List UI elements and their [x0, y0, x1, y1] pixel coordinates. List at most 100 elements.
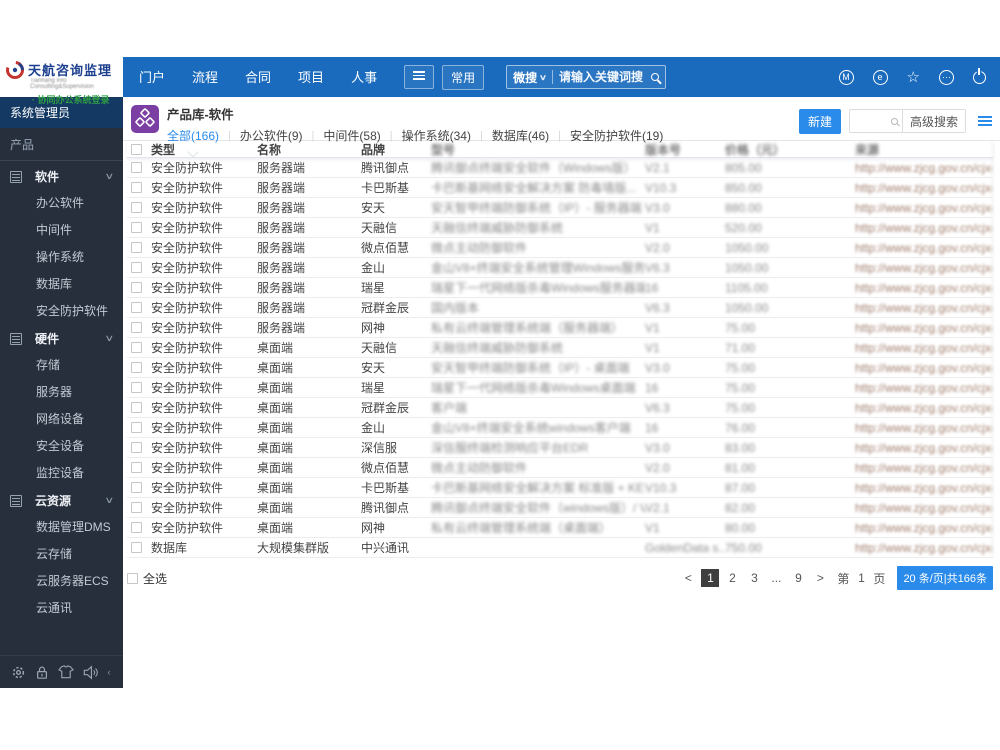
table-row[interactable]: 安全防护软件 服务器端 安天 安天智甲终端防御系统（IP）- 服务器端 V3.0 880.… [127, 198, 993, 218]
row-checkbox[interactable] [131, 282, 142, 293]
row-checkbox[interactable] [131, 222, 142, 233]
table-row[interactable]: 安全防护软件 服务器端 天融信 天融信终端威胁防御系统 V1 520.00 http://w… [127, 218, 993, 238]
column-header: 价格（元） [725, 142, 786, 157]
row-checkbox[interactable] [131, 442, 142, 453]
table-row[interactable]: 安全防护软件 服务器端 瑞星 瑞星下一代网络版杀毒Windows服务器端 16 1105.… [127, 278, 993, 298]
sidebar-collapse-icon[interactable]: ‹ [108, 667, 111, 677]
sidebar-item-安全防护软件[interactable]: 安全防护软件 [0, 298, 123, 325]
page-indicator: 第1页 [837, 570, 885, 587]
global-search-input[interactable] [558, 70, 651, 84]
lock-icon[interactable] [35, 665, 49, 680]
sidebar-item-云存储[interactable]: 云存储 [0, 541, 123, 568]
row-checkbox[interactable] [131, 462, 142, 473]
sidebar-item-服务器[interactable]: 服务器 [0, 379, 123, 406]
row-checkbox[interactable] [131, 342, 142, 353]
table-row[interactable]: 安全防护软件 桌面端 网神 私有云终端管理系统端（桌面端） V1 80.00 http://… [127, 518, 993, 538]
power-logout-icon[interactable] [973, 67, 986, 84]
nav-item-合同[interactable]: 合同 [245, 70, 271, 85]
row-checkbox[interactable] [131, 302, 142, 313]
sound-speaker-icon[interactable] [83, 664, 99, 680]
m-circle-icon[interactable]: M [838, 69, 854, 85]
sidebar-item-数据库[interactable]: 数据库 [0, 271, 123, 298]
advanced-search-button[interactable]: 高级搜索 [901, 110, 965, 132]
list-view-icon[interactable] [978, 114, 992, 128]
row-checkbox[interactable] [131, 502, 142, 513]
settings-gear-icon[interactable] [11, 665, 26, 680]
sidebar-item-操作系统[interactable]: 操作系统 [0, 244, 123, 271]
table-row[interactable]: 安全防护软件 服务器端 冠群金辰 国内版本 V6.3 1050.00 http://www.… [127, 298, 993, 318]
nav-common-button[interactable]: 常用 [442, 64, 485, 90]
table-search-input[interactable] [850, 110, 902, 132]
select-all[interactable]: 全选 [127, 570, 167, 587]
row-checkbox[interactable] [131, 322, 142, 333]
nav-item-人事[interactable]: 人事 [351, 70, 377, 85]
table-row[interactable]: 安全防护软件 桌面端 微点佰慧 微点主动防御软件 V2.0 81.00 http://www… [127, 458, 993, 478]
sidebar-item-存储[interactable]: 存储 [0, 352, 123, 379]
sidebar-item-中间件[interactable]: 中间件 [0, 217, 123, 244]
table-row[interactable]: 安全防护软件 桌面端 安天 安天智甲终端防御系统（IP）- 桌面端 V3.0 75.00 h… [127, 358, 993, 378]
cell-type: 安全防护软件 [151, 221, 224, 235]
row-checkbox[interactable] [131, 162, 142, 173]
table-row[interactable]: 安全防护软件 桌面端 冠群金辰 客户端 V6.3 75.00 http://www.zjcg… [127, 398, 993, 418]
favorites-star-icon[interactable]: ☆ [907, 70, 920, 85]
nav-more-menu-button[interactable] [404, 65, 435, 89]
theme-shirt-icon[interactable] [57, 665, 74, 679]
sidebar-section-硬件[interactable]: 硬件 ∨ [0, 325, 123, 352]
sidebar-section-软件[interactable]: 软件 ∨ [0, 163, 123, 190]
row-checkbox[interactable] [131, 242, 142, 253]
table-row[interactable]: 安全防护软件 桌面端 卡巴斯基 卡巴斯基网络安全解决方案 标准版 + KES... V1… [127, 478, 993, 498]
sidebar-item-办公软件[interactable]: 办公软件 [0, 190, 123, 217]
page-9[interactable]: 9 [789, 569, 807, 587]
row-checkbox[interactable] [131, 542, 142, 553]
row-checkbox[interactable] [131, 202, 142, 213]
table-row[interactable]: 安全防护软件 服务器端 网神 私有云终端管理系统端（服务器端） V1 75.00 http:… [127, 318, 993, 338]
table-row[interactable]: 安全防护软件 桌面端 金山 金山V8+终端安全系统windows客户端 16 76.00 h… [127, 418, 993, 438]
row-checkbox[interactable] [131, 522, 142, 533]
cell-type: 安全防护软件 [151, 401, 224, 415]
page-1[interactable]: 1 [701, 569, 720, 587]
page-size-badge[interactable]: 20 条/页|共166条 [897, 566, 993, 590]
sidebar-item-数据管理DMS[interactable]: 数据管理DMS [0, 514, 123, 541]
sidebar-item-云服务器ECS[interactable]: 云服务器ECS [0, 568, 123, 595]
search-icon[interactable] [650, 73, 659, 81]
page-next[interactable]: > [811, 569, 829, 587]
nav-item-流程[interactable]: 流程 [192, 70, 218, 85]
row-checkbox[interactable] [131, 482, 142, 493]
page-2[interactable]: 2 [723, 569, 741, 587]
row-checkbox[interactable] [131, 262, 142, 273]
system-login-link[interactable]: · 协同办公系统登录 [32, 93, 123, 106]
page-prev[interactable]: < [679, 569, 697, 587]
table-row[interactable]: 数据库 大规模集群版 中兴通讯 GoldenData s... 750.00 http:/… [127, 538, 993, 558]
row-checkbox[interactable] [131, 182, 142, 193]
header-checkbox[interactable] [131, 143, 142, 155]
table-row[interactable]: 安全防护软件 服务器端 微点佰慧 微点主动防御软件 V2.0 1050.00 http://… [127, 238, 993, 258]
new-button[interactable]: 新建 [798, 108, 841, 134]
e-circle-icon[interactable]: e [872, 69, 888, 85]
cell-price: 75.00 [725, 360, 756, 375]
sidebar-module-product[interactable]: 产品 [0, 128, 123, 160]
cell-price: 1050.00 [725, 300, 769, 315]
table-row[interactable]: 安全防护软件 桌面端 深信服 深信服终端检测响应平台EDR V3.0 83.00 http:… [127, 438, 993, 458]
row-checkbox[interactable] [131, 402, 142, 413]
row-checkbox[interactable] [131, 382, 142, 393]
nav-item-门户[interactable]: 门户 [139, 70, 165, 85]
sidebar-item-监控设备[interactable]: 监控设备 [0, 460, 123, 487]
select-all-checkbox[interactable] [127, 572, 138, 584]
table-row[interactable]: 安全防护软件 桌面端 天融信 天融信终端威胁防御系统 V1 71.00 http://www… [127, 338, 993, 358]
sidebar-section-云资源[interactable]: 云资源 ∨ [0, 487, 123, 514]
sidebar-item-云通讯[interactable]: 云通讯 [0, 595, 123, 622]
row-checkbox[interactable] [131, 422, 142, 433]
row-checkbox[interactable] [131, 362, 142, 373]
page-indicator-number[interactable]: 1 [853, 571, 869, 585]
sidebar-item-网络设备[interactable]: 网络设备 [0, 406, 123, 433]
more-dots-icon[interactable]: ··· [939, 69, 954, 85]
search-engine-selector[interactable]: 微搜 ∨ [513, 69, 547, 86]
table-row[interactable]: 安全防护软件 服务器端 腾讯御点 腾讯御点终端安全软件（Windows版） V2.1 80… [127, 158, 993, 178]
table-row[interactable]: 安全防护软件 服务器端 卡巴斯基 卡巴斯基网络安全解决方案 防毒墙版... V10.3 8… [127, 178, 993, 198]
table-row[interactable]: 安全防护软件 服务器端 金山 金山V8+终端安全系统管理Windows服务器 V6.3 1… [127, 258, 993, 278]
nav-item-项目[interactable]: 项目 [298, 70, 324, 85]
table-row[interactable]: 安全防护软件 桌面端 腾讯御点 腾讯御点终端安全软件（windows版）/ V2.1 V… [127, 498, 993, 518]
sidebar-item-安全设备[interactable]: 安全设备 [0, 433, 123, 460]
page-3[interactable]: 3 [745, 569, 763, 587]
table-row[interactable]: 安全防护软件 桌面端 瑞星 瑞星下一代网络版杀毒Windows桌面端 16 75.00 ht… [127, 378, 993, 398]
